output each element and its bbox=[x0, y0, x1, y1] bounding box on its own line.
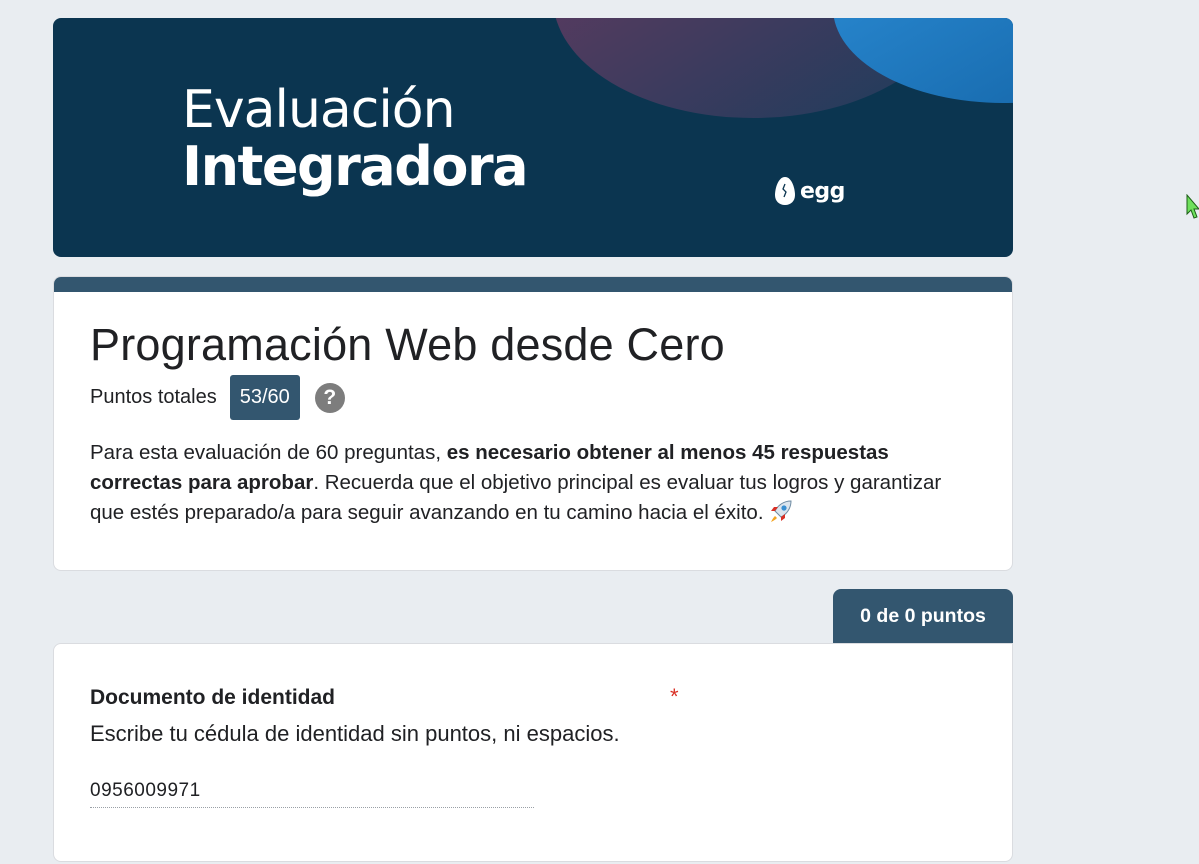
logo-text: egg bbox=[800, 178, 845, 204]
rocket-icon bbox=[768, 498, 794, 533]
description-text-1: Para esta evaluación de 60 preguntas, bbox=[90, 441, 447, 464]
section-score-tab: 0 de 0 puntos bbox=[833, 589, 1013, 644]
form-title: Programación Web desde Cero bbox=[90, 319, 725, 370]
required-asterisk: * bbox=[670, 684, 679, 709]
card-top-accent bbox=[54, 277, 1012, 292]
points-badge: 53/60 bbox=[229, 375, 300, 420]
banner-title: Evaluación Integradora bbox=[182, 80, 529, 198]
mouse-pointer-icon bbox=[1186, 194, 1199, 219]
question-help-text: Escribe tu cédula de identidad sin punto… bbox=[90, 721, 620, 746]
egg-icon bbox=[775, 177, 795, 205]
total-points-row: Puntos totales 53/60 ? bbox=[90, 375, 345, 420]
points-label: Puntos totales bbox=[90, 386, 217, 408]
banner-title-line2: Integradora bbox=[182, 135, 529, 198]
egg-logo: egg bbox=[774, 176, 845, 206]
header-banner: Evaluación Integradora egg bbox=[53, 18, 1013, 257]
banner-title-line1: Evaluación bbox=[182, 80, 456, 140]
form-description: Para esta evaluación de 60 preguntas, es… bbox=[90, 438, 970, 533]
question-card: Documento de identidad * Escribe tu cédu… bbox=[53, 643, 1013, 862]
question-title: Documento de identidad bbox=[90, 686, 336, 709]
question-circle-icon[interactable]: ? bbox=[314, 382, 345, 413]
identity-document-answer: 0956009971 bbox=[90, 778, 534, 808]
form-title-card: Programación Web desde Cero Puntos total… bbox=[53, 276, 1013, 571]
